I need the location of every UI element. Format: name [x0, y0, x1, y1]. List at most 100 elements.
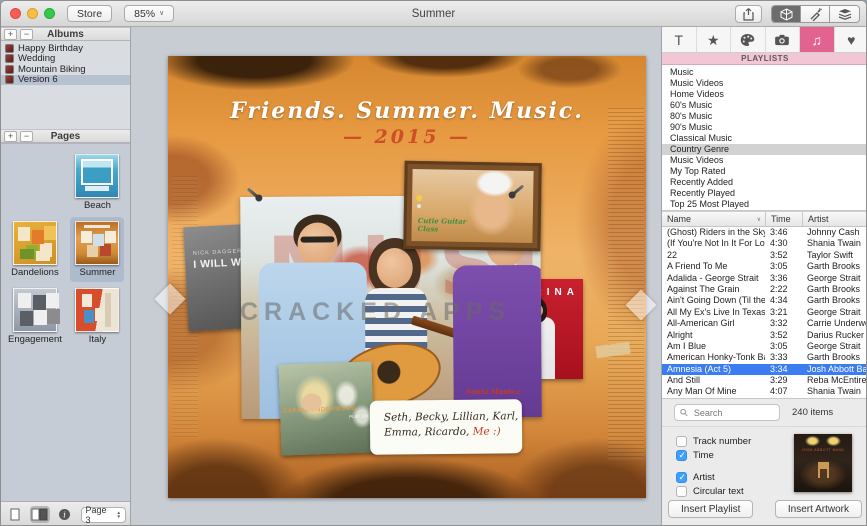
insert-playlist-button[interactable]: Insert Playlist	[668, 500, 753, 518]
remove-album-button[interactable]: −	[20, 29, 33, 40]
minimize-button[interactable]	[27, 8, 38, 19]
song-row[interactable]: Ain't Going Down (Til the Su... 4:34 Gar…	[662, 295, 867, 306]
sunglasses	[301, 236, 335, 242]
checkbox-icon	[676, 472, 687, 483]
spread-view-button[interactable]	[30, 506, 51, 523]
page-year-text[interactable]: — 2015 —	[168, 126, 646, 148]
column-header-artist[interactable]: Artist	[802, 212, 867, 226]
add-album-button[interactable]: +	[4, 29, 17, 40]
tab-photos[interactable]	[766, 27, 801, 52]
playlist-item[interactable]: Top 25 Most Played	[662, 199, 867, 210]
page-canvas[interactable]: Friends. Summer. Music. — 2015 — NICK DA…	[168, 56, 646, 498]
album-list-item[interactable]: Wedding	[1, 54, 130, 65]
playlist-item[interactable]: Music Videos	[662, 155, 867, 166]
playlist-item[interactable]: Home Videos	[662, 89, 867, 100]
page-title-text[interactable]: Friends. Summer. Music.	[168, 98, 646, 124]
search-input[interactable]	[692, 407, 774, 419]
column-header-time[interactable]: Time	[765, 212, 802, 226]
page-thumbnail-item[interactable]: Dandelions	[6, 217, 64, 282]
checkbox-icon	[676, 486, 687, 497]
polaroid-photo[interactable]: Cutie Guitar Class	[403, 161, 542, 251]
remove-page-button[interactable]: −	[20, 131, 33, 142]
checkbox-icon	[676, 450, 687, 461]
song-row[interactable]: All-American Girl 3:32 Carrie Underwood	[662, 318, 867, 329]
3d-cube-icon	[780, 8, 793, 21]
page-number-stepper[interactable]: Page 3 ▲▼	[81, 507, 126, 523]
playlist-item[interactable]: Recently Added	[662, 177, 867, 188]
song-name: Ain't Going Down (Til the Su...	[662, 295, 765, 306]
insert-artwork-button[interactable]: Insert Artwork	[775, 500, 862, 518]
note-line-2: Emma, Ricardo, Me :)	[384, 424, 522, 440]
add-page-button[interactable]: +	[4, 131, 17, 142]
playlist-item[interactable]: Country Genre	[662, 144, 867, 155]
playlist-item[interactable]: Classical Music	[662, 133, 867, 144]
album-list-item[interactable]: Happy Birthday	[1, 43, 130, 54]
page-thumbnail-item[interactable]: Summer	[70, 217, 124, 282]
album-label: Wedding	[18, 53, 55, 64]
song-row[interactable]: 22 3:52 Taylor Swift	[662, 250, 867, 261]
album-list-item[interactable]: Version 6	[1, 75, 130, 86]
playlist-item[interactable]: Recently Played	[662, 188, 867, 199]
page-thumbnail-item[interactable]: Beach	[70, 150, 124, 215]
tab-text[interactable]: T	[662, 27, 697, 52]
playlist-item[interactable]: Music Videos	[662, 78, 867, 89]
album-list-item[interactable]: Mountain Biking	[1, 64, 130, 75]
playlist-item[interactable]: 90's Music	[662, 122, 867, 133]
album-label: Mountain Biking	[18, 64, 86, 75]
svg-text:i: i	[63, 510, 66, 519]
song-row[interactable]: Adalida - George Strait 3:36 George Stra…	[662, 273, 867, 284]
zoom-window-button[interactable]	[44, 8, 55, 19]
song-artist: Johnny Cash	[802, 227, 867, 238]
single-page-view-button[interactable]	[5, 506, 26, 523]
song-name: All My Ex's Live In Texas	[662, 307, 765, 318]
santa-monica-label[interactable]: Santa Monica	[466, 387, 520, 396]
song-row[interactable]: A Friend To Me 3:05 Garth Brooks	[662, 261, 867, 272]
song-row[interactable]: (Ghost) Riders in the Sky 3:46 Johnny Ca…	[662, 227, 867, 238]
tab-shapes[interactable]: ♥	[835, 27, 867, 52]
song-row[interactable]: Against The Grain 2:22 Garth Brooks	[662, 284, 867, 295]
album-artwork-preview[interactable]: JOSH ABBOTT BAND	[794, 434, 852, 492]
options-panel: Track number Time Artist Circular text S…	[662, 426, 867, 526]
tab-colors[interactable]	[731, 27, 766, 52]
palette-icon	[740, 33, 755, 47]
pages-grid: Beach Dandelions Summer Engagement Italy	[1, 143, 130, 501]
tab-favorites[interactable]: ★	[697, 27, 732, 52]
info-icon: i	[58, 508, 71, 521]
album-cover-carrie-underwood[interactable]: CARRIE UNDERWOOD PLAY ON	[278, 361, 374, 455]
song-row[interactable]: (If You're Not In It For Love) I'... 4:3…	[662, 238, 867, 249]
page-thumbnail-image	[75, 288, 119, 332]
playlist-item[interactable]: 80's Music	[662, 111, 867, 122]
song-row[interactable]: And Still 3:29 Reba McEntire	[662, 375, 867, 386]
column-header-name[interactable]: Name∨	[662, 212, 765, 226]
checkbox-icon	[676, 436, 687, 447]
song-row[interactable]: Alright 3:52 Darius Rucker	[662, 330, 867, 341]
share-button[interactable]	[735, 5, 762, 23]
page-thumbnail-label: Engagement	[8, 334, 62, 345]
segment-airbrush-button[interactable]	[801, 6, 830, 22]
song-row[interactable]: All My Ex's Live In Texas 3:21 George St…	[662, 307, 867, 318]
album-label: Version 6	[18, 74, 58, 85]
playlist-item[interactable]: My Top Rated	[662, 166, 867, 177]
close-button[interactable]	[10, 8, 21, 19]
song-name: Alright	[662, 330, 765, 341]
song-row[interactable]: Am I Blue 3:05 George Strait	[662, 341, 867, 352]
tab-music[interactable]: ♫	[800, 27, 835, 52]
search-field[interactable]	[674, 404, 780, 421]
note-line-1: Seth, Becky, Lillian, Karl,	[384, 409, 522, 425]
info-button[interactable]: i	[54, 506, 75, 523]
song-row[interactable]: Any Man Of Mine 4:07 Shania Twain	[662, 386, 867, 397]
page-thumbnail-item[interactable]: Italy	[70, 284, 124, 349]
playlist-item[interactable]: 60's Music	[662, 100, 867, 111]
song-row[interactable]: Amnesia (Act 5) 3:34 Josh Abbott Band	[662, 364, 867, 375]
watermark-text: CRACKED APPS	[240, 298, 511, 327]
page-thumbnail-item[interactable]: Engagement	[3, 284, 67, 349]
song-row[interactable]: American Honky-Tonk Bar As... 3:33 Garth…	[662, 352, 867, 363]
song-time: 3:46	[765, 227, 802, 238]
store-button[interactable]: Store	[67, 5, 112, 22]
note-card[interactable]: Seth, Becky, Lillian, Karl, Emma, Ricard…	[370, 399, 523, 455]
playlist-item[interactable]: Music	[662, 67, 867, 78]
zoom-level-control[interactable]: 85%∨	[124, 5, 174, 22]
segment-3d-button[interactable]	[772, 6, 801, 22]
segment-layers-button[interactable]	[830, 6, 859, 22]
canvas-area: Friends. Summer. Music. — 2015 — NICK DA…	[131, 27, 661, 526]
